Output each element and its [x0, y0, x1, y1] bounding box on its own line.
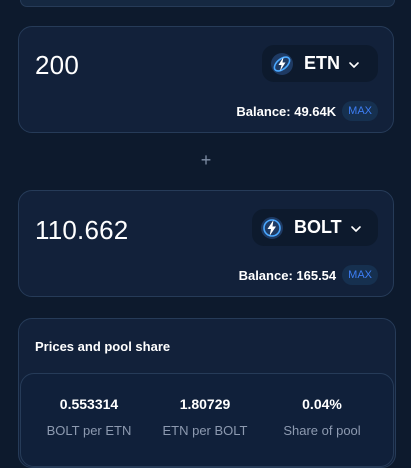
- price-etn-per-bolt: 1.80729 ETN per BOLT: [145, 396, 265, 438]
- stat-value: 0.04%: [302, 396, 342, 412]
- electroneum-logo-icon: [270, 52, 294, 76]
- bolt-balance-row: Balance: 165.54 MAX: [239, 265, 378, 285]
- bolt-balance: Balance: 165.54: [238, 267, 337, 283]
- prices-pool-share-card: Prices and pool share 0.553314 BOLT per …: [18, 318, 396, 468]
- bolt-max-button[interactable]: MAX: [342, 265, 378, 285]
- etn-max-button[interactable]: MAX: [342, 101, 378, 121]
- bolt-input-card: 110.662 BOLT Balance: 165.54 MAX: [18, 190, 394, 297]
- prices-title: Prices and pool share: [35, 339, 171, 354]
- stat-value: 1.80729: [179, 396, 231, 412]
- etn-input-card: 200 ETN Balance: 49.64K MAX: [18, 26, 394, 133]
- bolt-amount-input[interactable]: 110.662: [35, 215, 128, 246]
- price-bolt-per-etn: 0.553314 BOLT per ETN: [29, 396, 149, 438]
- bolt-token-logo-icon: [260, 216, 284, 240]
- etn-amount-input[interactable]: 200: [35, 50, 79, 81]
- stat-value: 0.553314: [59, 396, 119, 412]
- bolt-token-label: BOLT: [294, 217, 342, 237]
- etn-balance: Balance: 49.64K: [236, 103, 337, 119]
- chevron-down-icon: [350, 222, 362, 234]
- stat-label: Share of pool: [283, 423, 361, 438]
- stat-label: ETN per BOLT: [162, 423, 248, 438]
- etn-balance-row: Balance: 49.64K MAX: [236, 101, 378, 121]
- etn-token-label: ETN: [304, 53, 340, 73]
- bolt-token-select[interactable]: BOLT: [252, 209, 378, 246]
- etn-token-select[interactable]: ETN: [262, 45, 378, 82]
- stat-label: BOLT per ETN: [46, 423, 132, 438]
- previous-panel-edge: [20, 0, 395, 7]
- chevron-down-icon: [348, 58, 360, 70]
- share-of-pool: 0.04% Share of pool: [262, 396, 382, 438]
- plus-icon: +: [200, 150, 212, 170]
- prices-stats: 0.553314 BOLT per ETN 1.80729 ETN per BO…: [20, 373, 394, 467]
